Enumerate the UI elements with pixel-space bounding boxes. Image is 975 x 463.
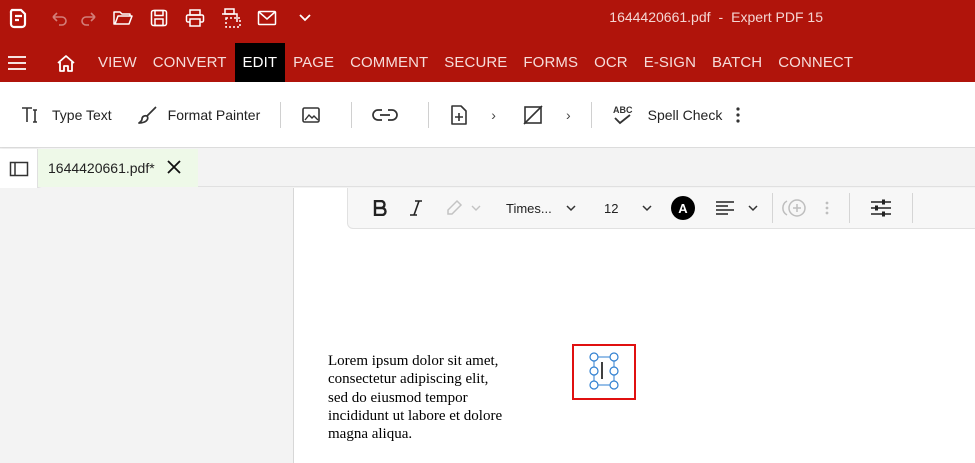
document-tab[interactable]: 1644420661.pdf* [38,149,198,187]
font-size-select[interactable]: 12 [586,188,658,228]
no-page-icon [523,104,543,125]
spell-check-button[interactable]: ABC Spell Check [604,95,731,135]
document-tab-label: 1644420661.pdf* [48,160,155,176]
toolbar-divider [590,101,592,128]
home-icon[interactable] [34,43,90,82]
edit-toolbar: Type Text Format Painter › › ABC Spell C… [0,82,975,148]
toolbar-divider [428,101,430,128]
font-color-icon: A [671,196,695,220]
close-tab-icon[interactable] [167,159,181,177]
document-tab-strip: 1644420661.pdf* [38,149,975,187]
window-title-separator: - [718,9,724,25]
more-options-icon[interactable] [730,95,756,135]
menu-item-view[interactable]: VIEW [90,43,145,82]
window-app-name: Expert PDF 15 [731,9,823,25]
menu-item-convert[interactable]: CONVERT [145,43,235,82]
text-properties-button[interactable] [850,188,912,228]
format-painter-button[interactable]: Format Painter [130,95,269,135]
format-bar-divider [912,193,913,223]
thumbnails-panel-icon[interactable] [0,149,38,189]
type-text-label: Type Text [52,106,112,123]
type-text-button[interactable]: Type Text [12,95,120,135]
image-icon [302,106,321,123]
menu-item-edit[interactable]: EDIT [234,43,286,82]
menu-item-comment[interactable]: COMMENT [342,43,436,82]
highlight-chevron-icon [471,205,481,211]
font-size-value: 12 [604,200,619,216]
insert-link-button[interactable] [364,95,416,135]
text-block[interactable]: Lorem ipsum dolor sit amet, consectetur … [328,352,528,443]
bold-button[interactable] [362,188,398,228]
font-family-chevron-icon [566,205,576,212]
email-icon[interactable] [252,3,282,33]
menu-item-batch[interactable]: BATCH [704,43,770,82]
text-line: magna aliqua. [328,426,413,443]
format-more-icon[interactable] [817,188,837,228]
italic-button[interactable] [398,188,434,228]
workspace-background [0,188,293,463]
add-field-button[interactable] [773,188,817,228]
spell-check-icon: ABC [613,105,633,124]
spell-check-label: Spell Check [647,106,723,123]
menu-item-forms[interactable]: FORMS [515,43,586,82]
font-family-value: Times... [506,200,552,216]
text-line: incididunt ut labore et dolore [328,407,503,424]
pdf-page[interactable]: Times... 12 A Lorem ipsum dolor sit amet… [293,188,975,463]
ribbon-menu-bar: VIEW CONVERT EDIT PAGE COMMENT SECURE FORMS OCR… [0,43,861,82]
selection-highlight-box [572,344,636,400]
text-box-handles[interactable] [574,346,634,398]
type-text-icon [22,106,37,123]
hamburger-menu-icon[interactable] [0,43,34,82]
redo-icon[interactable] [74,3,104,33]
text-line: consectetur adipiscing elit, [328,371,489,388]
crop-page-chevron-icon[interactable]: › [566,107,571,123]
text-align-chevron-icon [748,205,758,212]
undo-icon[interactable] [44,3,74,33]
paintbrush-icon [137,105,157,124]
text-line: Lorem ipsum dolor sit amet, [328,353,499,369]
title-bar: 1644420661.pdf - Expert PDF 15 VIEW CONVERT… [0,0,975,82]
insert-page-chevron-icon[interactable]: › [491,107,496,123]
add-circle-icon [782,199,806,217]
highlighter-icon [447,199,463,215]
save-icon[interactable] [144,3,174,33]
format-painter-label: Format Painter [167,106,261,123]
highlight-button[interactable] [434,188,490,228]
italic-icon [410,200,422,216]
menu-items: VIEW CONVERT EDIT PAGE COMMENT SECURE FORMS OCR… [90,43,861,82]
window-file-name: 1644420661.pdf [609,9,711,25]
insert-image-button[interactable] [293,95,339,135]
font-family-select[interactable]: Times... [490,188,586,228]
menu-item-e-sign[interactable]: E-SIGN [636,43,704,82]
text-format-bar: Times... 12 A [347,188,975,229]
menu-item-ocr[interactable]: OCR [586,43,636,82]
align-left-icon [716,201,734,215]
app-logo-icon[interactable] [2,3,34,33]
window-title: 1644420661.pdf - Expert PDF 15 [601,9,823,25]
link-icon [372,108,399,121]
customize-chevron-icon[interactable] [290,3,320,33]
svg-text:ABC: ABC [613,105,633,115]
menu-item-connect[interactable]: CONNECT [770,43,861,82]
bold-icon [373,200,387,216]
font-size-chevron-icon [642,205,652,212]
crop-page-button[interactable]: › [514,95,579,135]
font-color-button[interactable]: A [658,188,708,228]
menu-item-secure[interactable]: SECURE [436,43,515,82]
text-align-select[interactable] [708,188,766,228]
menu-item-page[interactable]: PAGE [285,43,342,82]
toolbar-divider [351,101,353,128]
quick-access-toolbar [2,0,320,36]
add-page-icon [451,104,468,125]
text-line: sed do eiusmod tempor [328,389,468,406]
sliders-icon [871,199,891,217]
print-icon[interactable] [180,3,210,33]
open-folder-icon[interactable] [108,3,138,33]
scan-icon[interactable] [216,3,246,33]
insert-page-button[interactable]: › [441,95,504,135]
toolbar-divider [280,101,282,128]
